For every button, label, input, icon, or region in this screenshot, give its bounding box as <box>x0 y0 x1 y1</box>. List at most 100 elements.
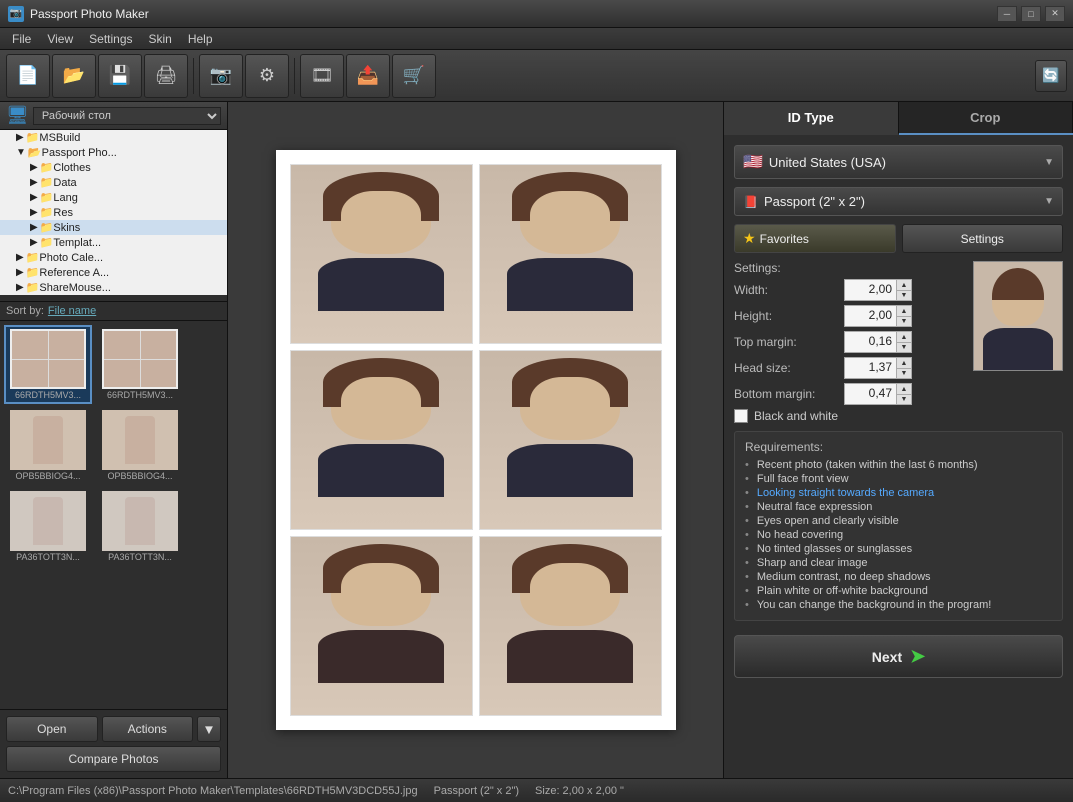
thumbnail-label-3a: PA36TOTT3N... <box>16 552 80 562</box>
sort-link[interactable]: File name <box>48 305 96 317</box>
toolbar-settings[interactable]: ⚙ <box>245 54 289 98</box>
setting-label-height: Height: <box>734 309 844 323</box>
face-3 <box>341 377 421 437</box>
body-5 <box>318 630 445 683</box>
req-item-3: Looking straight towards the camera <box>745 486 1052 500</box>
next-button[interactable]: Next ➤ <box>734 635 1063 678</box>
passport-thumb-grid2 <box>104 331 176 387</box>
person-photo-5 <box>291 537 472 715</box>
tree-item-msbuild[interactable]: ▶ 📁 MSBuild <box>0 130 227 145</box>
folder-dropdown[interactable]: Рабочий стол <box>33 107 221 125</box>
thumbnail-label-2b: OPB5BBIOG4... <box>107 471 172 481</box>
settings-button[interactable]: Settings <box>902 224 1064 253</box>
width-up-button[interactable]: ▲ <box>896 279 912 290</box>
document-dropdown[interactable]: 📕 Passport (2" x 2") ▼ <box>734 187 1063 216</box>
preview-head-wrap <box>974 262 1062 326</box>
tab-id-type[interactable]: ID Type <box>724 102 899 135</box>
folder-icon: 📁 <box>40 221 54 234</box>
toolbar-camera[interactable]: 📷 <box>199 54 243 98</box>
headsize-up-button[interactable]: ▲ <box>896 357 912 368</box>
menu-view[interactable]: View <box>39 30 81 48</box>
document-icon: 📕 <box>743 195 758 209</box>
req-item-9: Medium contrast, no deep shadows <box>745 570 1052 584</box>
folder-icon: 📁 <box>40 236 54 249</box>
bw-row: Black and white <box>734 409 959 423</box>
minimize-button[interactable]: ─ <box>997 6 1017 22</box>
tree-item-sharemouse[interactable]: ▶ 📁 ShareMouse... <box>0 280 227 295</box>
open-button[interactable]: Open <box>6 716 98 742</box>
tree-label: Templat... <box>53 237 101 249</box>
toolbar-cart[interactable]: 🛒 <box>392 54 436 98</box>
country-dropdown[interactable]: 🇺🇸 United States (USA) ▼ <box>734 145 1063 179</box>
menu-help[interactable]: Help <box>180 30 221 48</box>
face-5 <box>341 563 421 623</box>
actions-button[interactable]: Actions <box>102 716 194 742</box>
preview-photo <box>973 261 1063 371</box>
toolbar-new[interactable]: 📄 <box>6 54 50 98</box>
toolbar-save[interactable]: 💾 <box>98 54 142 98</box>
tab-crop[interactable]: Crop <box>899 102 1073 133</box>
thumb-row-1: 66RDTH5MV3... 66RDTH5MV3... <box>4 325 223 404</box>
close-button[interactable]: ✕ <box>1045 6 1065 22</box>
req-text: Sharp and clear image <box>757 557 868 569</box>
thumbnail-image-3b <box>102 491 178 551</box>
left-panel: 🖥 Рабочий стол ▶ 📁 MSBuild ▼ 📂 Passport … <box>0 102 228 778</box>
tree-item-lang[interactable]: ▶ 📁 Lang <box>0 190 227 205</box>
thumbnail-image-1a <box>10 329 86 389</box>
width-down-button[interactable]: ▼ <box>896 290 912 301</box>
thumbnail-item-1a[interactable]: 66RDTH5MV3... <box>4 325 92 404</box>
bottommargin-down-button[interactable]: ▼ <box>896 394 912 405</box>
thumbnail-item-3a[interactable]: PA36TOTT3N... <box>4 487 92 566</box>
thumbnail-image-2a <box>10 410 86 470</box>
thumbnail-item-1b[interactable]: 66RDTH5MV3... <box>96 325 184 404</box>
tree-item-reference[interactable]: ▶ 📁 Reference A... <box>0 265 227 280</box>
toolbar-upload[interactable]: 📤 <box>346 54 390 98</box>
expand-icon: ▶ <box>30 237 38 248</box>
bw-checkbox[interactable] <box>734 409 748 423</box>
menu-skin[interactable]: Skin <box>141 30 180 48</box>
head-6 <box>520 551 620 626</box>
menu-file[interactable]: File <box>4 30 39 48</box>
toolbar-print[interactable]: 🖨 <box>144 54 188 98</box>
thumbnail-item-3b[interactable]: PA36TOTT3N... <box>96 487 184 566</box>
thumb-row-3: PA36TOTT3N... PA36TOTT3N... <box>4 487 223 566</box>
favorites-button[interactable]: ★ Favorites <box>734 224 896 253</box>
topmargin-down-button[interactable]: ▼ <box>896 342 912 353</box>
expand-icon: ▶ <box>30 162 38 173</box>
tree-label: ShareMouse... <box>39 282 111 294</box>
person-photo-4 <box>480 351 661 529</box>
req-text: No head covering <box>757 529 843 541</box>
compare-photos-button[interactable]: Compare Photos <box>6 746 221 772</box>
expand-icon: ▶ <box>16 267 24 278</box>
tree-item-templates[interactable]: ▶ 📁 Templat... <box>0 235 227 250</box>
tree-item-passport[interactable]: ▼ 📂 Passport Pho... <box>0 145 227 160</box>
req-item-2: Full face front view <box>745 472 1052 486</box>
toolbar-film[interactable]: 🎞 <box>300 54 344 98</box>
window-controls: ─ □ ✕ <box>997 6 1065 22</box>
maximize-button[interactable]: □ <box>1021 6 1041 22</box>
face-1 <box>341 191 421 251</box>
tree-item-res[interactable]: ▶ 📁 Res <box>0 205 227 220</box>
thumbnail-item-2a[interactable]: OPB5BBIOG4... <box>4 406 92 485</box>
country-name: United States (USA) <box>769 155 1038 170</box>
thumbnail-item-2b[interactable]: OPB5BBIOG4... <box>96 406 184 485</box>
height-up-button[interactable]: ▲ <box>896 305 912 316</box>
toolbar-separator2 <box>294 58 295 94</box>
req-text: Medium contrast, no deep shadows <box>757 571 931 583</box>
thumbnail-label-2a: OPB5BBIOG4... <box>15 471 80 481</box>
tree-item-photocal[interactable]: ▶ 📁 Photo Cale... <box>0 250 227 265</box>
tree-item-clothes[interactable]: ▶ 📁 Clothes <box>0 160 227 175</box>
face-4 <box>530 377 610 437</box>
headsize-down-button[interactable]: ▼ <box>896 368 912 379</box>
tree-label: Clothes <box>53 162 90 174</box>
tree-item-data[interactable]: ▶ 📁 Data <box>0 175 227 190</box>
actions-arrow-button[interactable]: ▼ <box>197 716 221 742</box>
width-spinners: ▲ ▼ <box>896 279 912 301</box>
toolbar-open[interactable]: 📂 <box>52 54 96 98</box>
bottommargin-up-button[interactable]: ▲ <box>896 383 912 394</box>
menu-settings[interactable]: Settings <box>81 30 140 48</box>
topmargin-up-button[interactable]: ▲ <box>896 331 912 342</box>
tree-item-skins[interactable]: ▶ 📁 Skins <box>0 220 227 235</box>
toolbar-refresh[interactable]: 🔄 <box>1035 60 1067 92</box>
height-down-button[interactable]: ▼ <box>896 316 912 327</box>
